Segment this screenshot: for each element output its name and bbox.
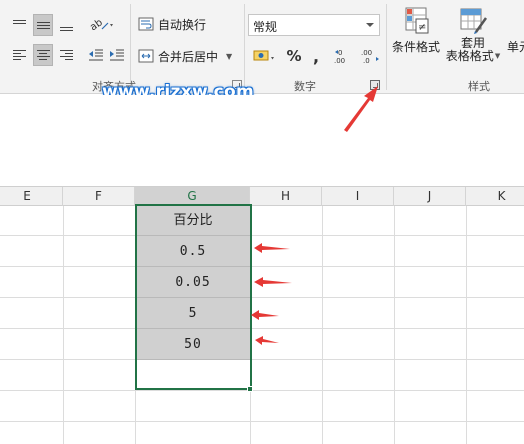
column-gridline (466, 206, 467, 444)
percent-icon: % (286, 47, 302, 65)
column-header-row: E F G H I J K (0, 186, 524, 206)
bottom-align-button[interactable] (57, 16, 75, 34)
styles-group-label: 样式 (468, 80, 490, 93)
wrap-text-icon (138, 17, 154, 31)
number-group-label: 数字 (294, 80, 316, 93)
column-header-k[interactable]: K (466, 187, 524, 206)
format-as-table-label-row: 表格格式 ▼ (446, 50, 500, 63)
conditional-formatting-icon: ≠ (405, 7, 429, 34)
wrap-text-label: 自动换行 (158, 17, 207, 32)
column-header-f[interactable]: F (63, 187, 135, 206)
row-gridline (0, 359, 524, 360)
left-align-icon (12, 50, 26, 60)
decrease-decimal-button[interactable]: .00 .0 (358, 45, 382, 67)
svg-text:.00: .00 (361, 49, 372, 57)
cell-g-value[interactable]: 0.5 (136, 236, 250, 267)
format-as-table-icon (460, 8, 488, 34)
red-arrow-icon (254, 277, 292, 287)
conditional-formatting-label: 条件格式 (391, 40, 440, 54)
row-gridline (0, 328, 524, 329)
column-header-g[interactable]: G (135, 187, 250, 206)
decrease-indent-icon (89, 49, 103, 61)
middle-align-icon (36, 21, 50, 29)
cell-g-value[interactable]: 50 (136, 329, 250, 360)
bottom-align-icon (59, 27, 73, 31)
format-as-table-label-1: 套用 (460, 36, 485, 50)
comma-style-button[interactable]: , (306, 45, 326, 67)
decrease-indent-button[interactable] (86, 45, 106, 65)
orientation-button[interactable]: ab (86, 14, 118, 34)
conditional-formatting-button[interactable]: ≠ 条件格式 (390, 6, 442, 70)
svg-text:0: 0 (338, 49, 342, 57)
formula-area (0, 95, 524, 177)
right-align-button[interactable] (57, 45, 75, 65)
increase-indent-button[interactable] (107, 45, 127, 65)
row-gridline (0, 297, 524, 298)
separator (244, 4, 245, 90)
accounting-format-button[interactable] (250, 45, 280, 67)
top-align-button[interactable] (10, 16, 28, 34)
middle-align-button[interactable] (33, 14, 53, 36)
cell-styles-label: 单元 (506, 40, 524, 54)
merge-center-label: 合并后居中 (158, 49, 219, 64)
cell-g-value[interactable]: 5 (136, 298, 250, 329)
orientation-icon: ab (88, 17, 113, 33)
svg-text:≠: ≠ (418, 22, 426, 33)
red-arrow-icon (251, 310, 279, 320)
ribbon: ab 自动换行 合并后居中 ▼ 对齐方式 常规 % , 0 .00 .00 .0… (0, 0, 524, 102)
comma-icon: , (312, 46, 320, 66)
increase-decimal-icon: 0 .00 (334, 49, 345, 65)
number-format-dropdown[interactable]: 常规 (248, 14, 380, 36)
separator (386, 4, 387, 90)
red-arrow-icon (254, 243, 290, 253)
merge-center-icon (138, 49, 154, 63)
column-header-i[interactable]: I (322, 187, 394, 206)
center-align-icon (36, 50, 50, 60)
cell-g-header[interactable]: 百分比 (136, 206, 250, 236)
column-gridline (63, 206, 64, 444)
red-arrow-icon (255, 336, 279, 345)
chevron-down-icon: ▼ (226, 51, 233, 61)
svg-text:.0: .0 (363, 57, 370, 65)
percent-style-button[interactable]: % (284, 45, 304, 67)
cell-styles-icon (507, 6, 524, 36)
chevron-down-icon: ▼ (494, 52, 501, 60)
chevron-down-icon (366, 23, 374, 27)
column-header-e[interactable]: E (0, 187, 63, 206)
format-as-table-label-2: 表格格式 (445, 49, 494, 63)
fill-handle[interactable] (247, 386, 253, 392)
cell-styles-button[interactable]: 单元 (504, 6, 524, 70)
merge-center-button[interactable]: 合并后居中 ▼ (138, 45, 238, 67)
column-header-h[interactable]: H (250, 187, 322, 206)
top-align-icon (12, 20, 26, 24)
left-align-button[interactable] (10, 45, 28, 65)
row-gridline (0, 266, 524, 267)
wrap-text-button[interactable]: 自动换行 (138, 13, 238, 35)
svg-text:.00: .00 (334, 57, 345, 65)
column-gridline (250, 206, 251, 444)
svg-text:ab: ab (88, 17, 105, 33)
row-gridline (0, 235, 524, 236)
right-align-icon (59, 50, 73, 60)
cell-g-value[interactable]: 0.05 (136, 267, 250, 298)
decrease-decimal-icon: .00 .0 (361, 49, 379, 65)
row-gridline (0, 421, 524, 422)
number-format-dialog-launcher[interactable] (370, 80, 380, 90)
increase-decimal-button[interactable]: 0 .00 (333, 45, 357, 67)
format-as-table-button[interactable]: 套用 表格格式 ▼ (444, 6, 502, 70)
column-header-j[interactable]: J (394, 187, 466, 206)
column-gridline (322, 206, 323, 444)
accounting-icon (253, 50, 274, 61)
column-gridline (394, 206, 395, 444)
center-align-button[interactable] (33, 44, 53, 66)
row-gridline (0, 390, 524, 391)
increase-indent-icon (110, 49, 124, 61)
number-format-value: 常规 (253, 20, 278, 34)
